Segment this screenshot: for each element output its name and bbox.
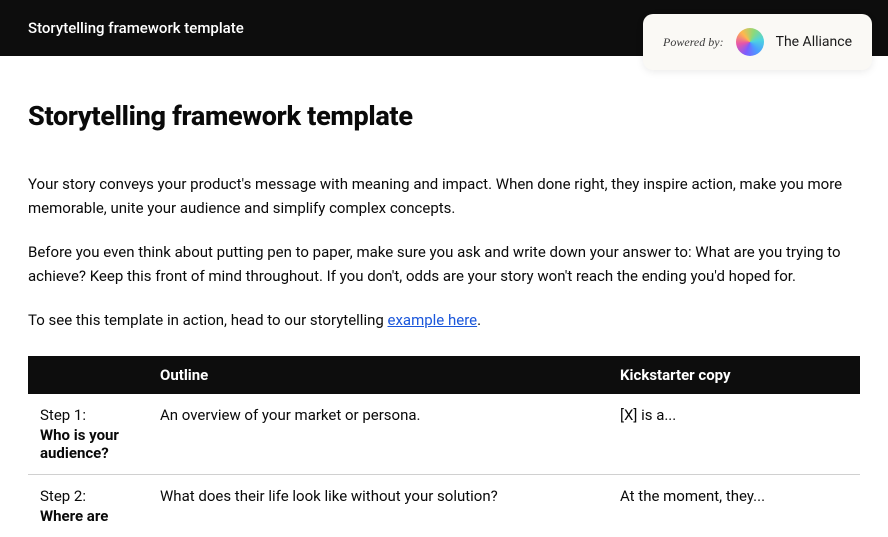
step-cell: Step 2: Where are bbox=[28, 475, 148, 537]
table-header-row: Outline Kickstarter copy bbox=[28, 356, 860, 394]
powered-by-badge[interactable]: Powered by: The Alliance bbox=[643, 14, 872, 70]
kickstarter-cell: At the moment, they... bbox=[608, 475, 860, 537]
top-bar-title: Storytelling framework template bbox=[28, 19, 244, 37]
intro-paragraph-3: To see this template in action, head to … bbox=[28, 308, 860, 332]
table-header-step bbox=[28, 356, 148, 394]
intro-paragraph-2: Before you even think about putting pen … bbox=[28, 240, 860, 288]
step-number: Step 1: bbox=[40, 406, 136, 424]
top-bar: Storytelling framework template Powered … bbox=[0, 0, 888, 56]
step-cell: Step 1: Who is your audience? bbox=[28, 394, 148, 475]
alliance-brand-text: The Alliance bbox=[776, 34, 852, 50]
main-content: Storytelling framework template Your sto… bbox=[0, 56, 888, 537]
para3-suffix: . bbox=[477, 311, 481, 329]
powered-by-label: Powered by: bbox=[663, 35, 724, 50]
table-header-outline: Outline bbox=[148, 356, 608, 394]
framework-table-container: Outline Kickstarter copy Step 1: Who is … bbox=[28, 356, 860, 537]
step-number: Step 2: bbox=[40, 487, 136, 505]
para3-prefix: To see this template in action, head to … bbox=[28, 311, 388, 329]
intro-paragraph-1: Your story conveys your product's messag… bbox=[28, 172, 860, 220]
outline-cell: An overview of your market or persona. bbox=[148, 394, 608, 475]
table-row: Step 1: Who is your audience? An overvie… bbox=[28, 394, 860, 475]
step-question: Where are bbox=[40, 507, 136, 525]
alliance-logo-icon bbox=[736, 28, 764, 56]
outline-cell: What does their life look like without y… bbox=[148, 475, 608, 537]
framework-table: Outline Kickstarter copy Step 1: Who is … bbox=[28, 356, 860, 537]
table-header-kickstarter: Kickstarter copy bbox=[608, 356, 860, 394]
kickstarter-cell: [X] is a... bbox=[608, 394, 860, 475]
step-question: Who is your audience? bbox=[40, 426, 136, 462]
example-link[interactable]: example here bbox=[388, 311, 478, 329]
page-title: Storytelling framework template bbox=[28, 100, 860, 132]
table-row: Step 2: Where are What does their life l… bbox=[28, 475, 860, 537]
